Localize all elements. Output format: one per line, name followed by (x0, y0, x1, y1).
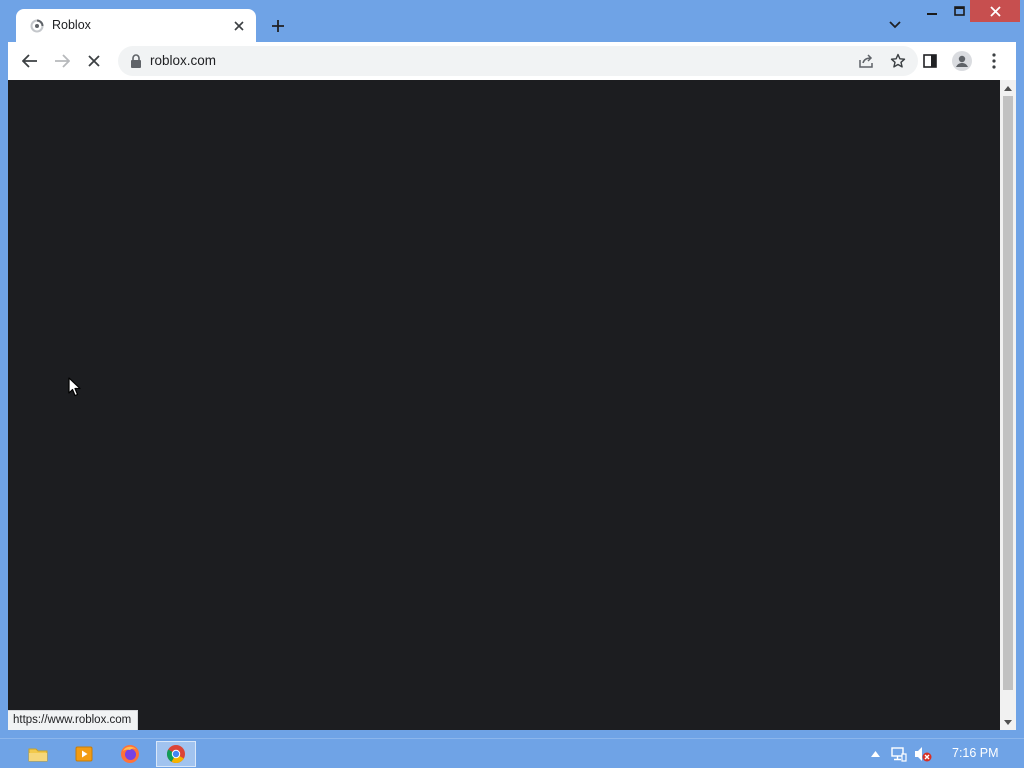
address-bar[interactable]: roblox.com (118, 46, 918, 76)
profile-button[interactable] (950, 49, 974, 73)
tab-title: Roblox (52, 18, 91, 32)
menu-button[interactable] (982, 49, 1006, 73)
media-player-icon (75, 746, 93, 762)
stop-loading-button[interactable] (82, 49, 106, 73)
star-icon (890, 53, 906, 68)
bookmark-button[interactable] (888, 51, 908, 71)
triangle-down-icon (1004, 719, 1012, 725)
minimize-icon (927, 13, 937, 15)
title-bar: Roblox (0, 0, 1024, 43)
network-status[interactable] (890, 745, 908, 763)
close-window-button[interactable] (970, 0, 1020, 22)
side-panel-button[interactable] (918, 49, 942, 73)
firefox-icon (121, 745, 139, 763)
close-icon (88, 55, 100, 67)
chevron-down-icon (889, 21, 901, 29)
folder-icon (28, 748, 48, 762)
url-text: roblox.com (150, 53, 217, 68)
loading-spinner-icon (30, 19, 44, 33)
mouse-cursor-icon (68, 377, 81, 397)
kebab-menu-icon (992, 53, 996, 69)
taskbar-clock[interactable]: 7:16 PM (952, 746, 999, 760)
share-button[interactable] (856, 51, 876, 71)
tab-search-button[interactable] (884, 14, 906, 36)
forward-button[interactable] (50, 49, 74, 73)
taskbar: 7:16 PM (0, 738, 1024, 768)
avatar-icon (952, 51, 972, 71)
taskbar-chrome[interactable] (156, 741, 196, 767)
chrome-icon (166, 745, 185, 764)
side-panel-icon (923, 54, 937, 68)
volume-status[interactable] (914, 745, 932, 763)
browser-window: Roblox roblox.com https://www.roblox.com (0, 0, 1024, 738)
close-icon (989, 5, 1001, 17)
page-content[interactable] (8, 80, 1000, 730)
browser-toolbar: roblox.com (8, 42, 1016, 80)
taskbar-media-player[interactable] (64, 741, 104, 767)
tab-roblox[interactable]: Roblox (16, 9, 256, 43)
link-status-bubble: https://www.roblox.com (8, 710, 139, 730)
maximize-icon (953, 6, 965, 16)
vertical-scrollbar[interactable] (1000, 80, 1016, 730)
share-icon (859, 54, 873, 68)
arrow-right-icon (55, 54, 70, 68)
new-tab-button[interactable] (266, 14, 290, 38)
volume-muted-icon (915, 747, 932, 762)
show-hidden-icons-button[interactable] (866, 745, 884, 763)
arrow-left-icon (22, 54, 37, 68)
plus-icon (272, 20, 284, 32)
triangle-up-icon (1004, 85, 1012, 91)
minimize-button[interactable] (918, 0, 946, 22)
chevron-up-icon (870, 751, 880, 757)
maximize-button[interactable] (946, 0, 972, 22)
tab-close-icon[interactable] (230, 17, 248, 35)
back-button[interactable] (18, 49, 42, 73)
taskbar-firefox[interactable] (110, 741, 150, 767)
taskbar-file-explorer[interactable] (18, 741, 58, 767)
scroll-up-button[interactable] (1000, 80, 1016, 96)
lock-icon (131, 54, 141, 68)
scroll-thumb[interactable] (1003, 96, 1013, 690)
network-icon (891, 746, 907, 762)
scroll-down-button[interactable] (1000, 714, 1016, 730)
